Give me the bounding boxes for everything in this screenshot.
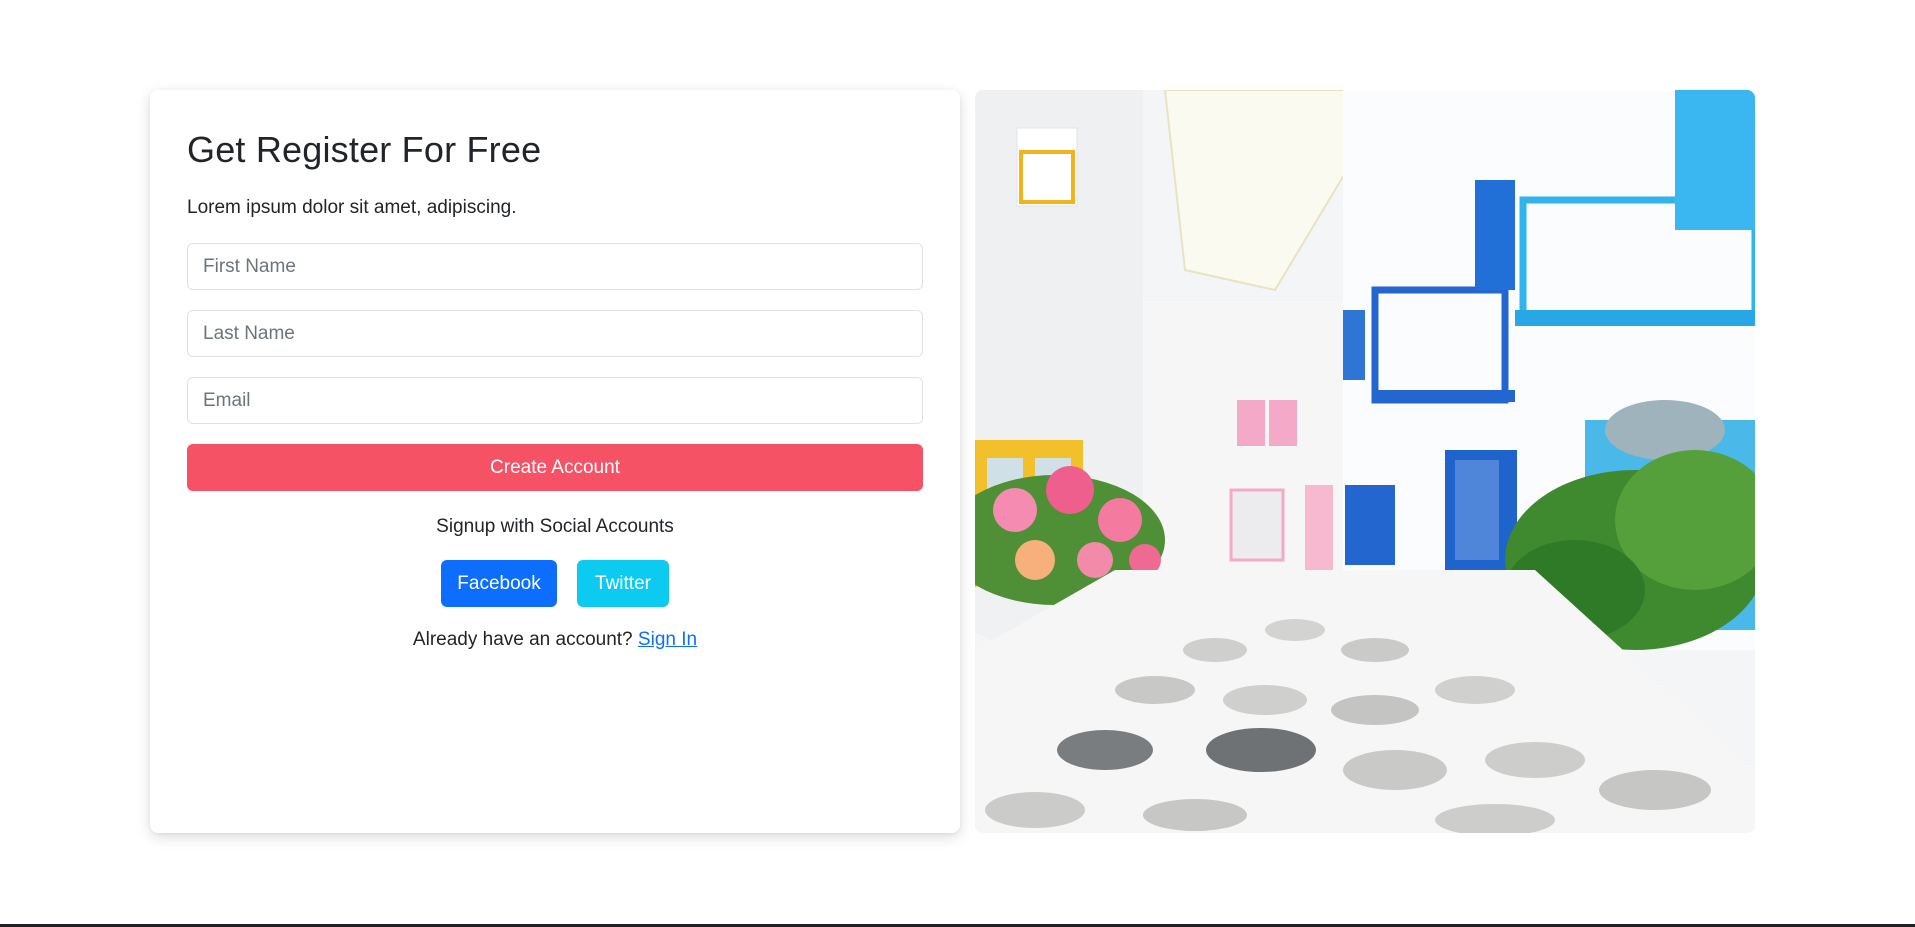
- subtitle: Lorem ipsum dolor sit amet, adipiscing.: [187, 197, 517, 219]
- page-title: Get Register For Free: [187, 129, 542, 170]
- facebook-button[interactable]: Facebook: [441, 560, 557, 608]
- first-name-input[interactable]: [187, 243, 923, 291]
- social-signup-label: Signup with Social Accounts: [436, 516, 674, 538]
- last-name-input[interactable]: [187, 310, 923, 358]
- email-input[interactable]: [187, 377, 923, 425]
- register-page: Get Register For Free Lorem ipsum dolor …: [0, 0, 1915, 927]
- sign-in-link[interactable]: Sign In: [638, 629, 697, 650]
- register-card: Get Register For Free Lorem ipsum dolor …: [150, 90, 960, 833]
- street-photo-image: [975, 90, 1755, 833]
- twitter-button[interactable]: Twitter: [577, 560, 669, 608]
- create-account-button[interactable]: Create Account: [187, 444, 923, 492]
- signin-prompt: Already have an account?: [412, 629, 633, 651]
- signin-row: Already have an account? Sign In: [187, 629, 923, 651]
- social-buttons: Facebook Twitter: [187, 560, 923, 608]
